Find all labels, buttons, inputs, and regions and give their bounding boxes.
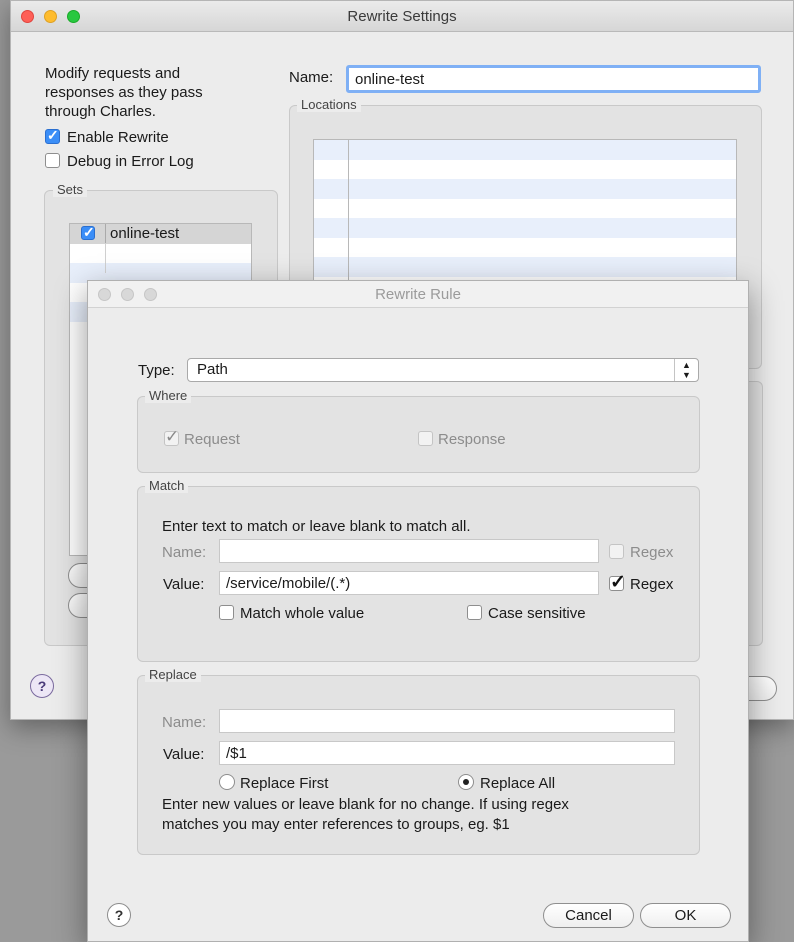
select-arrows-icon: ▲ ▼ bbox=[674, 359, 698, 381]
case-sensitive-checkbox[interactable] bbox=[467, 605, 482, 620]
rewrite-rule-titlebar: Rewrite Rule bbox=[88, 281, 748, 308]
window-title: Rewrite Settings bbox=[347, 8, 457, 25]
response-label: Response bbox=[438, 431, 506, 448]
ok-button[interactable]: OK bbox=[640, 903, 731, 928]
replace-note-line-1: Enter new values or leave blank for no c… bbox=[162, 796, 569, 813]
description-text: Modify requests and responses as they pa… bbox=[45, 65, 203, 120]
type-label: Type: bbox=[138, 362, 175, 379]
replace-value-field[interactable]: /$1 bbox=[219, 741, 675, 765]
set-enabled-checkbox[interactable] bbox=[81, 224, 95, 241]
match-value-label: Value: bbox=[163, 576, 205, 593]
replace-name-label: Name: bbox=[162, 714, 207, 731]
match-name-regex-checkbox[interactable] bbox=[609, 544, 624, 559]
replace-all-label: Replace All bbox=[480, 775, 556, 792]
locations-table[interactable] bbox=[313, 139, 737, 289]
where-group-label: Where bbox=[145, 388, 192, 403]
match-value-field[interactable]: /service/mobile/(.*) bbox=[219, 571, 599, 595]
case-sensitive-label: Case sensitive bbox=[488, 605, 586, 622]
match-name-label: Name: bbox=[162, 544, 207, 561]
locations-group-label: Locations bbox=[297, 97, 361, 112]
replace-name-field[interactable] bbox=[219, 709, 675, 733]
replace-first-radio[interactable] bbox=[219, 774, 235, 790]
match-name-field[interactable] bbox=[219, 539, 599, 563]
type-select[interactable]: Path ▲ ▼ bbox=[187, 358, 699, 382]
sets-group-label: Sets bbox=[53, 182, 88, 197]
match-value-regex-label: Regex bbox=[630, 576, 674, 593]
rewrite-settings-titlebar: Rewrite Settings bbox=[11, 1, 793, 32]
match-whole-value-checkbox[interactable] bbox=[219, 605, 234, 620]
debug-error-log-checkbox[interactable] bbox=[45, 153, 60, 168]
match-value-regex-checkbox[interactable] bbox=[609, 571, 626, 594]
help-button[interactable]: ? bbox=[107, 903, 131, 927]
window-title: Rewrite Rule bbox=[375, 286, 461, 303]
replace-note-line-2: matches you may enter references to grou… bbox=[162, 816, 510, 833]
replace-group-label: Replace bbox=[145, 667, 201, 682]
column-divider bbox=[105, 243, 106, 273]
match-group-label: Match bbox=[145, 478, 189, 493]
rule-set-name-field[interactable]: online-test bbox=[346, 65, 761, 93]
replace-first-label: Replace First bbox=[240, 775, 329, 792]
rewrite-rule-window: Rewrite Rule Type: Path ▲▼ Where Request… bbox=[87, 280, 749, 942]
request-label: Request bbox=[184, 431, 240, 448]
table-row bbox=[314, 218, 736, 238]
enable-rewrite-label: Enable Rewrite bbox=[67, 129, 169, 146]
table-row bbox=[314, 140, 736, 160]
name-label: Name: bbox=[289, 69, 334, 86]
type-value: Path bbox=[197, 361, 228, 378]
match-instructions: Enter text to match or leave blank to ma… bbox=[162, 518, 471, 535]
list-item[interactable]: online-test bbox=[70, 224, 251, 244]
match-whole-value-label: Match whole value bbox=[240, 605, 365, 622]
replace-all-radio[interactable] bbox=[458, 774, 474, 790]
table-row bbox=[314, 257, 736, 277]
column-divider bbox=[348, 140, 349, 288]
column-divider bbox=[105, 224, 106, 244]
replace-value-label: Value: bbox=[163, 746, 205, 763]
table-row bbox=[314, 179, 736, 199]
debug-error-log-label: Debug in Error Log bbox=[67, 153, 194, 170]
set-name: online-test bbox=[110, 225, 180, 242]
match-name-regex-label: Regex bbox=[630, 544, 674, 561]
cancel-button[interactable]: Cancel bbox=[543, 903, 634, 928]
response-checkbox[interactable] bbox=[418, 431, 433, 446]
request-checkbox[interactable] bbox=[164, 427, 179, 447]
enable-rewrite-checkbox[interactable] bbox=[45, 127, 60, 144]
help-button[interactable]: ? bbox=[30, 674, 54, 698]
